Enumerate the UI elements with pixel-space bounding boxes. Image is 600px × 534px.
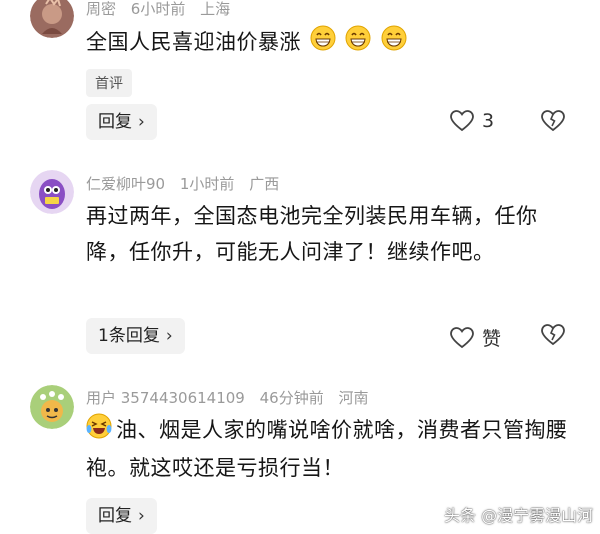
- first-comment-badge: 首评: [86, 69, 132, 97]
- like-button[interactable]: 3: [450, 110, 494, 132]
- reply-button-label: 回复: [98, 112, 132, 132]
- broken-heart-icon: [541, 110, 565, 132]
- username[interactable]: 仁爱柳叶90: [86, 175, 165, 193]
- grin-emoji-icon: [345, 25, 371, 62]
- grin-emoji-icon: [310, 25, 336, 62]
- comment-meta: 仁爱柳叶90 1小时前 广西: [86, 173, 289, 194]
- timestamp: 1小时前: [179, 175, 235, 193]
- like-count: 3: [482, 110, 495, 132]
- username[interactable]: 周密: [86, 0, 116, 18]
- grin-emoji-icon: [381, 25, 407, 62]
- reply-button[interactable]: 1条回复 ›: [86, 318, 185, 354]
- comment-text: 油、烟是人家的嘴说啥价就啥，消费者只管掏腰袍。就这哎还是亏损行当！: [86, 412, 576, 486]
- location: 广西: [249, 175, 280, 193]
- dislike-button[interactable]: [541, 110, 565, 136]
- like-button[interactable]: 赞: [450, 324, 501, 351]
- avatar[interactable]: [30, 0, 74, 38]
- avatar[interactable]: [30, 170, 74, 214]
- chevron-right-icon: ›: [165, 326, 173, 346]
- comment-text: 再过两年，全国态电池完全列装民用车辆，任你降，任你升，可能无人问津了！继续作吧。: [86, 204, 538, 264]
- laughing-tears-emoji-icon: [86, 413, 112, 450]
- chevron-right-icon: ›: [138, 112, 145, 132]
- like-label: 赞: [482, 328, 502, 350]
- comment-text-content: 全国人民喜迎油价暴涨: [86, 30, 301, 54]
- username[interactable]: 用户 3574430614109: [86, 389, 245, 407]
- comment-text: 全国人民喜迎油价暴涨: [86, 24, 576, 62]
- comment-meta: 周密 6小时前 上海: [86, 0, 240, 19]
- comment-text-content: 油、烟是人家的嘴说啥价就啥，消费者只管掏腰袍。就这哎还是亏损行当！: [86, 418, 568, 480]
- reply-button-label: 回复: [98, 506, 132, 526]
- dislike-button[interactable]: [541, 324, 565, 350]
- heart-outline-icon: [450, 326, 474, 348]
- location: 河南: [338, 389, 369, 407]
- heart-outline-icon: [450, 110, 474, 132]
- chevron-right-icon: ›: [138, 506, 145, 526]
- watermark: 头条 @漫宁雾漫山河: [444, 506, 594, 525]
- timestamp: 46分钟前: [259, 389, 324, 407]
- reply-button[interactable]: 回复 ›: [86, 498, 157, 534]
- timestamp: 6小时前: [130, 0, 186, 18]
- comment-meta: 用户 3574430614109 46分钟前 河南: [86, 387, 379, 408]
- broken-heart-icon: [541, 324, 565, 346]
- avatar[interactable]: [30, 385, 74, 429]
- reply-button[interactable]: 回复 ›: [86, 104, 157, 140]
- location: 上海: [200, 0, 231, 18]
- reply-button-label: 1条回复: [98, 326, 160, 346]
